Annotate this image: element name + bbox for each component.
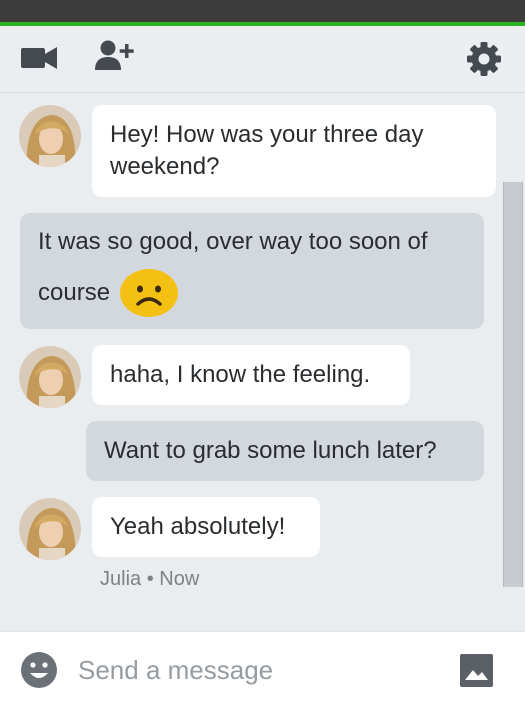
gear-icon[interactable]: [467, 42, 501, 81]
message-bubble-incoming: haha, I know the feeling.: [92, 345, 410, 405]
message-bubble-incoming: Yeah absolutely!: [92, 497, 320, 557]
image-icon[interactable]: [460, 654, 493, 692]
message-input[interactable]: [78, 650, 438, 690]
message-meta: Julia • Now: [100, 568, 199, 591]
message-time: Now: [159, 568, 200, 590]
message-text: haha, I know the feeling.: [110, 361, 371, 388]
avatar: [19, 498, 81, 560]
meta-separator: •: [146, 568, 154, 590]
message-thread: Hey! How was your three day weekend? It …: [0, 93, 525, 631]
smiley-icon[interactable]: [21, 652, 57, 693]
sender-name: Julia: [100, 568, 142, 590]
message-bubble-incoming: Hey! How was your three day weekend?: [92, 105, 496, 197]
window-top-bar: [0, 0, 525, 22]
message-text: Want to grab some lunch later?: [104, 437, 437, 464]
add-person-icon[interactable]: [95, 40, 137, 77]
scrollbar[interactable]: [503, 182, 523, 587]
chat-toolbar: [0, 26, 525, 93]
message-text: It was so good, over way too soon of: [38, 228, 428, 255]
message-bubble-outgoing: Want to grab some lunch later?: [86, 421, 484, 481]
video-camera-icon[interactable]: [21, 46, 57, 75]
message-text: weekend?: [110, 153, 220, 180]
message-text: Yeah absolutely!: [110, 513, 286, 540]
message-bubble-outgoing: It was so good, over way too soon of cou…: [20, 213, 484, 329]
frowning-face-emoji: [120, 268, 179, 318]
avatar: [19, 105, 81, 167]
message-text: Hey! How was your three day: [110, 121, 424, 148]
avatar: [19, 346, 81, 408]
message-text: course: [38, 279, 111, 306]
message-composer: [0, 631, 525, 713]
